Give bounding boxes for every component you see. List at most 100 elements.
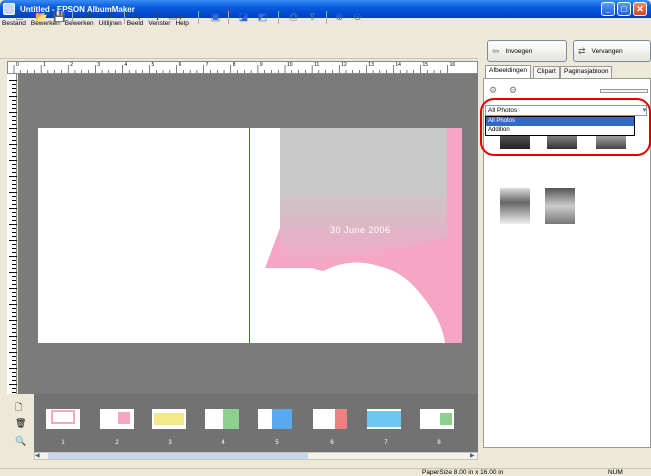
ruler-tick xyxy=(12,276,16,277)
toolbar-divider xyxy=(72,11,73,24)
ruler-label: 5 xyxy=(151,62,155,68)
size-slider[interactable] xyxy=(600,89,648,93)
toolbar xyxy=(0,29,478,59)
ruler-tick xyxy=(12,392,16,393)
image-frame-icon[interactable]: ▣ xyxy=(208,11,223,24)
ruler-label: 3 xyxy=(97,62,101,68)
shape-tool-icon[interactable]: ▭▾ xyxy=(168,11,183,24)
minimize-button[interactable]: _ xyxy=(601,2,615,16)
camera-icon[interactable]: ⚙ xyxy=(509,85,517,96)
page-thumbnail[interactable] xyxy=(100,409,134,429)
add-page-icon[interactable]: 🗋 xyxy=(15,400,22,416)
page-thumbnail[interactable] xyxy=(152,409,186,429)
ruler-tick xyxy=(12,344,16,345)
zoom-in-icon[interactable]: ⊕ xyxy=(332,11,347,24)
replace-button[interactable]: ⇄ Vervangen xyxy=(573,40,651,62)
insert-icon: ⇦ xyxy=(492,45,500,56)
zoom-out-icon[interactable]: ⊖ xyxy=(350,11,365,24)
ruler-tick xyxy=(12,104,16,105)
ruler-ticks xyxy=(13,65,448,73)
ruler-tick xyxy=(12,308,16,309)
preview-page-icon[interactable]: 🔍 xyxy=(15,436,26,447)
ruler-label: 13 xyxy=(368,62,374,68)
insert-label: Invoegen xyxy=(505,47,533,55)
ruler-tick xyxy=(12,116,16,117)
new-file-icon[interactable]: 🗋 xyxy=(12,11,27,24)
export-icon[interactable]: ⇪ xyxy=(305,11,320,24)
close-button[interactable]: ✕ xyxy=(633,2,647,16)
photo-caption: WE01-06_72... xyxy=(487,162,528,168)
toolbar-divider xyxy=(326,11,327,24)
ruler-tick xyxy=(9,256,17,257)
replace-icon: ⇄ xyxy=(578,45,586,56)
ruler-tick xyxy=(9,224,17,225)
scroll-left-icon[interactable]: ◀ xyxy=(35,452,40,459)
photo-caption: WE01-02_72... xyxy=(589,162,630,168)
scrollbar-thumb[interactable] xyxy=(48,453,308,459)
undo-icon[interactable]: ↶ xyxy=(80,11,95,24)
scroll-right-icon[interactable]: ▶ xyxy=(470,452,475,459)
ruler-tick xyxy=(12,264,16,265)
ruler-tick xyxy=(12,168,16,169)
layout-icon[interactable]: ◪ xyxy=(236,11,251,24)
photo-thumbnail[interactable] xyxy=(545,188,575,224)
print-icon[interactable]: ⎙ xyxy=(286,11,301,24)
folder-icon[interactable]: ⚙ xyxy=(489,85,497,96)
ruler-tick xyxy=(12,280,16,281)
page-number: 8 xyxy=(437,440,441,446)
insert-button[interactable]: ⇦ Invoegen xyxy=(487,40,567,62)
ruler-tick xyxy=(12,376,16,377)
ruler-tick xyxy=(12,244,16,245)
ruler-tick xyxy=(9,272,17,273)
ruler-label: 16 xyxy=(449,62,456,68)
text-tool-icon[interactable]: T xyxy=(150,11,165,24)
ruler-tick xyxy=(12,312,16,313)
ruler-tick xyxy=(9,352,17,353)
ruler-tick xyxy=(12,156,16,157)
page-thumbnail[interactable] xyxy=(46,409,80,429)
tab-paginasjabloon[interactable]: Paginasjabloon xyxy=(560,66,613,78)
ruler-label: 4 xyxy=(124,62,128,68)
ruler-tick xyxy=(12,200,16,201)
page-design[interactable] xyxy=(265,128,462,343)
ruler-tick xyxy=(12,292,16,293)
page-thumbnail[interactable] xyxy=(313,409,347,429)
ruler-label: 1 xyxy=(43,62,46,68)
page-thumbnail[interactable] xyxy=(367,409,401,429)
ruler-tick xyxy=(9,192,17,193)
select-pointer-icon[interactable]: ↖ xyxy=(130,11,145,24)
ruler-label: 6 xyxy=(178,62,182,68)
tab-afbeeldingen[interactable]: Afbeeldingen xyxy=(485,65,531,78)
ruler-tick xyxy=(12,228,16,229)
date-text[interactable]: 30 June 2006 xyxy=(330,225,391,235)
ruler-tick xyxy=(12,188,16,189)
tab-clipart[interactable]: Clipart xyxy=(533,66,560,78)
maximize-button[interactable]: □ xyxy=(617,2,631,16)
ruler-tick xyxy=(12,180,16,181)
ruler-tick xyxy=(12,184,16,185)
ruler-label: 9 xyxy=(259,62,263,68)
ruler-tick xyxy=(12,328,16,329)
rotate-icon[interactable]: ◩ xyxy=(255,11,270,24)
ruler-tick xyxy=(12,332,16,333)
open-folder-icon[interactable]: 📂 xyxy=(34,11,49,24)
ruler-tick xyxy=(9,288,17,289)
red-highlight-annotation xyxy=(480,98,651,156)
page-thumbnail[interactable] xyxy=(205,409,239,429)
delete-page-icon[interactable]: 🗑 xyxy=(15,418,26,429)
page-thumbnail[interactable] xyxy=(258,409,292,429)
ruler-label: 10 xyxy=(287,62,293,68)
ruler-tick xyxy=(9,384,17,385)
photo-thumbnail[interactable] xyxy=(500,188,530,224)
ruler-tick xyxy=(12,236,16,237)
save-icon[interactable]: 💾 xyxy=(52,11,67,24)
ruler-tick xyxy=(12,324,16,325)
ruler-tick xyxy=(12,248,16,249)
page-thumbnail[interactable] xyxy=(420,409,454,429)
page-number: 6 xyxy=(330,440,334,446)
redo-icon[interactable]: ↷ xyxy=(102,11,117,24)
ruler-tick xyxy=(12,100,16,101)
ruler-tick xyxy=(12,84,16,85)
ruler-tick xyxy=(9,208,17,209)
paper-size-status: PaperSize 8.00 in x 16.00 in xyxy=(422,469,504,476)
